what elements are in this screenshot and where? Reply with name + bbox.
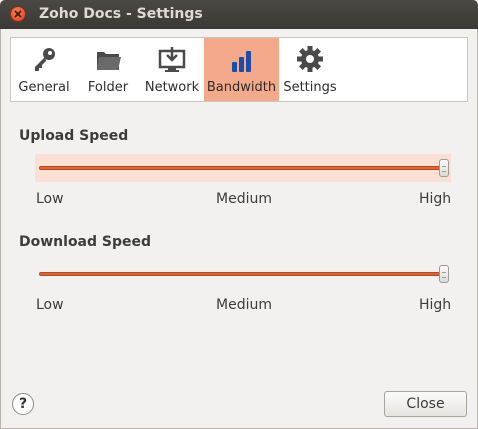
tab-network-label: Network (144, 80, 200, 95)
upload-speed-slider[interactable] (35, 154, 451, 182)
tab-settings[interactable]: Settings (281, 38, 339, 101)
download-slider-track[interactable] (39, 272, 445, 276)
tab-network[interactable]: Network (140, 38, 204, 101)
help-button[interactable]: ? (12, 393, 34, 415)
tab-general[interactable]: General (13, 38, 75, 101)
tab-folder-label: Folder (87, 80, 129, 95)
gear-icon (281, 44, 339, 74)
upload-slider-thumb[interactable] (439, 159, 449, 177)
window-close-icon[interactable] (10, 6, 26, 22)
folder-icon (83, 44, 133, 74)
download-scale-low: Low (36, 297, 64, 313)
settings-toolbar: General Folder Network Bandwidth Setting… (10, 37, 468, 102)
tab-bandwidth-label: Bandwidth (206, 80, 277, 95)
download-scale-high: High (419, 297, 452, 313)
tab-folder[interactable]: Folder (83, 38, 133, 101)
upload-scale-high: High (419, 191, 452, 207)
tab-bandwidth[interactable]: Bandwidth (204, 38, 279, 101)
upload-slider-track[interactable] (39, 166, 445, 170)
key-icon (13, 44, 75, 74)
tab-general-label: General (18, 80, 70, 95)
network-monitor-icon (140, 44, 204, 74)
download-speed-label: Download Speed (19, 234, 152, 250)
upload-speed-label: Upload Speed (19, 128, 129, 144)
download-slider-thumb[interactable] (439, 265, 449, 283)
upload-scale-low: Low (36, 191, 64, 207)
upload-scale-medium: Medium (216, 191, 272, 207)
tab-settings-label: Settings (283, 80, 337, 95)
window-title: Zoho Docs - Settings (39, 6, 203, 22)
bandwidth-bars-icon (204, 44, 279, 74)
title-bar[interactable]: Zoho Docs - Settings (0, 0, 478, 29)
download-scale-medium: Medium (216, 297, 272, 313)
download-speed-slider[interactable] (35, 260, 451, 288)
close-button[interactable]: Close (384, 391, 467, 417)
